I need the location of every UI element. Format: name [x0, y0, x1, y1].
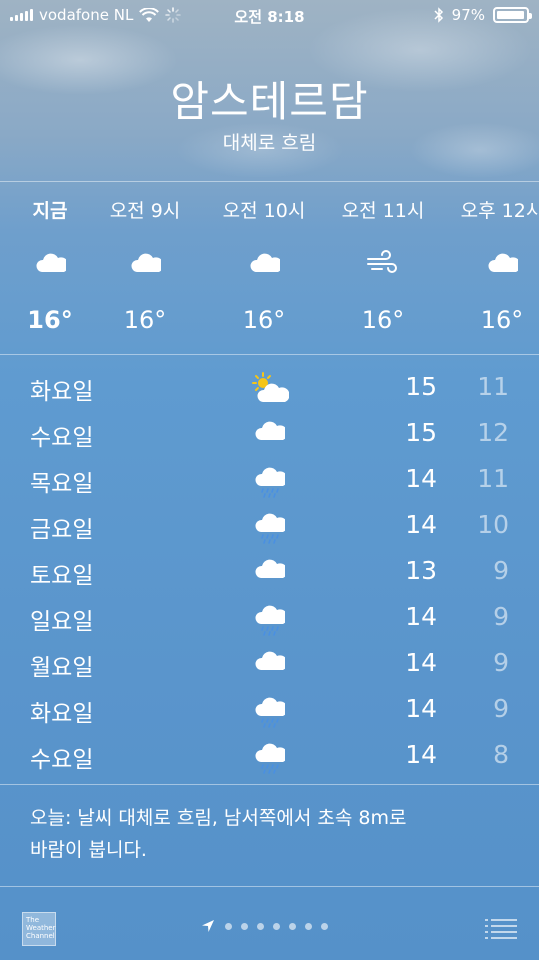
- status-bar: vodafone NL 오전 8:18 97%: [0, 0, 539, 30]
- hourly-forecast[interactable]: 지금 16° 오전 9시 16° 오전 10시 16° 오전 11시 16° 오…: [0, 182, 539, 354]
- day-name: 화요일: [30, 701, 94, 727]
- hourly-temp: 16°: [123, 306, 167, 334]
- day-name: 토요일: [30, 563, 94, 589]
- high-temp: 14: [405, 740, 437, 769]
- hourly-time: 오전 10시: [222, 200, 306, 222]
- low-temp: 11: [477, 464, 509, 493]
- daily-row: 금요일 14 10: [0, 504, 539, 550]
- hourly-temp: 16°: [480, 306, 524, 334]
- partly-sunny-icon: [248, 372, 290, 406]
- daily-row: 수요일 14 8: [0, 734, 539, 780]
- hourly-temp: 16°: [361, 306, 405, 334]
- divider-daily: [0, 784, 539, 785]
- bluetooth-icon: [434, 7, 443, 23]
- page-dot[interactable]: [241, 922, 248, 930]
- day-name: 금요일: [30, 517, 94, 543]
- cloud-icon: [452, 250, 539, 276]
- hourly-time: 오전 11시: [341, 200, 425, 222]
- daily-row: 화요일 15 11: [0, 366, 539, 412]
- battery-icon: [493, 7, 532, 23]
- hourly-temp: 16°: [242, 306, 286, 334]
- day-name: 수요일: [30, 747, 94, 773]
- low-temp: 11: [477, 372, 509, 401]
- hourly-time: 오후 12시: [460, 200, 539, 222]
- cloud-icon: [248, 556, 290, 590]
- location-arrow-icon: [202, 920, 214, 932]
- hourly-time: 지금: [32, 200, 68, 222]
- city-name: 암스테르담: [170, 77, 369, 126]
- day-name: 목요일: [30, 471, 94, 497]
- hourly-time: 오전 9시: [109, 200, 181, 222]
- cloud-icon: [95, 250, 195, 276]
- weather-channel-logo-icon[interactable]: The Weather Channel: [22, 912, 56, 946]
- battery-percent: 97%: [451, 6, 485, 24]
- logo-text-1: The: [26, 916, 40, 924]
- high-temp: 14: [405, 510, 437, 539]
- daily-row: 목요일 14 11: [0, 458, 539, 504]
- rain-cloud-icon: [248, 740, 290, 774]
- summary-line-1: 오늘: 날씨 대체로 흐림, 남서쪽에서 초속 8m로: [30, 807, 407, 829]
- daily-row: 수요일 15 12: [0, 412, 539, 458]
- day-name: 일요일: [30, 609, 94, 635]
- high-temp: 15: [405, 372, 437, 401]
- cloud-icon: [0, 250, 100, 276]
- rain-cloud-icon: [248, 694, 290, 728]
- daily-row: 토요일 13 9: [0, 550, 539, 596]
- divider-summary: [0, 886, 539, 887]
- high-temp: 14: [405, 602, 437, 631]
- cloud-icon: [248, 418, 290, 452]
- page-indicator[interactable]: [200, 918, 328, 934]
- low-temp: 9: [493, 648, 509, 677]
- high-temp: 15: [405, 418, 437, 447]
- divider-hourly: [0, 354, 539, 355]
- page-dot[interactable]: [225, 922, 232, 930]
- cloud-icon: [248, 648, 290, 682]
- summary-line-2: 바람이 붑니다.: [30, 839, 147, 861]
- hourly-temp: 16°: [27, 306, 73, 334]
- page-dot[interactable]: [289, 922, 296, 930]
- high-temp: 14: [405, 694, 437, 723]
- page-dot[interactable]: [321, 922, 328, 930]
- high-temp: 14: [405, 648, 437, 677]
- low-temp: 12: [477, 418, 509, 447]
- low-temp: 9: [493, 556, 509, 585]
- list-icon[interactable]: [485, 918, 517, 940]
- day-name: 수요일: [30, 425, 94, 451]
- footer-bar: The Weather Channel: [0, 910, 539, 950]
- wind-icon: [333, 250, 433, 276]
- low-temp: 10: [477, 510, 509, 539]
- low-temp: 9: [493, 694, 509, 723]
- daily-row: 일요일 14 9: [0, 596, 539, 642]
- current-condition: 대체로 흐림: [222, 132, 317, 154]
- page-dot[interactable]: [273, 922, 280, 930]
- cloud-icon: [214, 250, 314, 276]
- low-temp: 8: [493, 740, 509, 769]
- page-dot[interactable]: [257, 922, 264, 930]
- logo-text-3: Channel: [26, 932, 55, 940]
- rain-cloud-icon: [248, 464, 290, 498]
- day-name: 화요일: [30, 379, 94, 405]
- high-temp: 13: [405, 556, 437, 585]
- day-name: 월요일: [30, 655, 94, 681]
- daily-row: 월요일 14 9: [0, 642, 539, 688]
- page-dot[interactable]: [305, 922, 312, 930]
- rain-cloud-icon: [248, 510, 290, 544]
- low-temp: 9: [493, 602, 509, 631]
- today-summary: 오늘: 날씨 대체로 흐림, 남서쪽에서 초속 8m로 바람이 붑니다.: [30, 802, 500, 866]
- daily-row: 화요일 14 9: [0, 688, 539, 734]
- status-right: 97%: [434, 6, 532, 24]
- rain-cloud-icon: [248, 602, 290, 636]
- daily-forecast[interactable]: 화요일 15 11 수요일 15 12 목요일 14 11 금요일 14 10 …: [0, 366, 539, 780]
- logo-text-2: Weather: [26, 924, 56, 932]
- high-temp: 14: [405, 464, 437, 493]
